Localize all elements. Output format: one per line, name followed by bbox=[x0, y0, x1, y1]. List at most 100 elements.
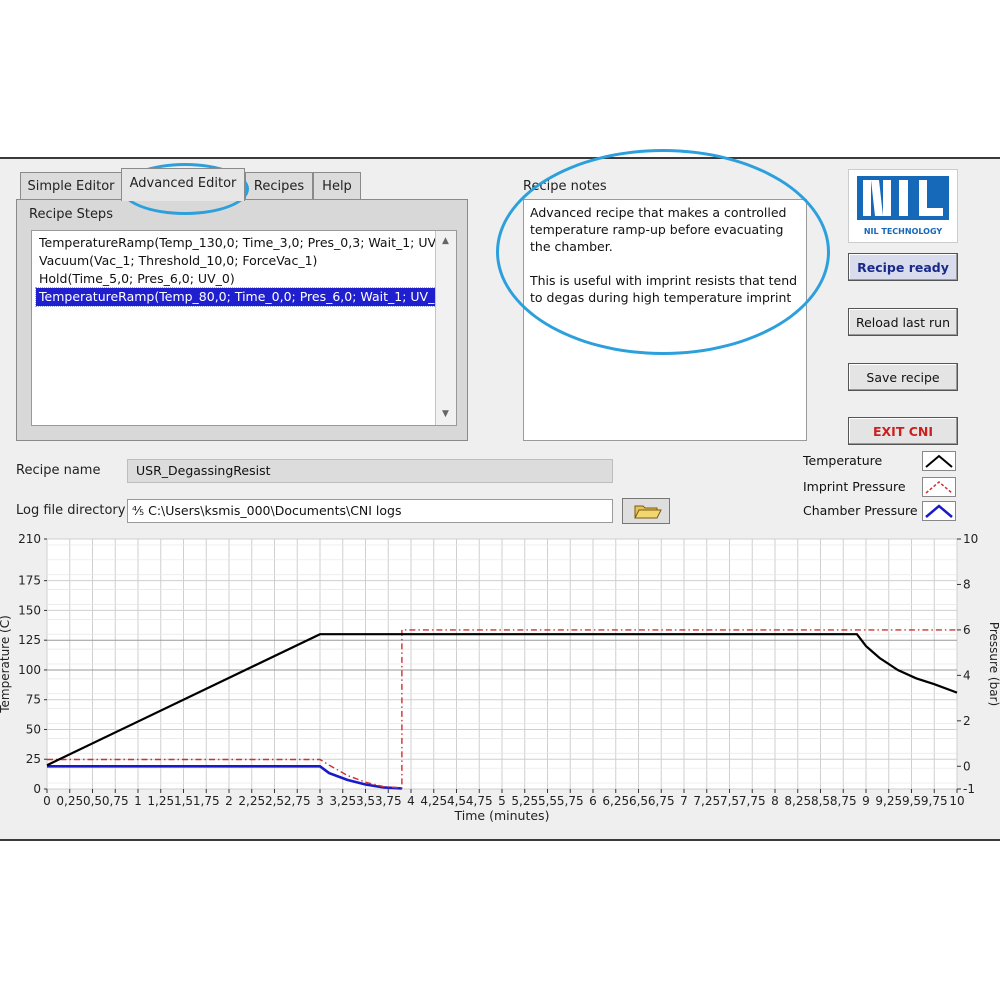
x-tick-label: 9,75 bbox=[921, 794, 948, 808]
x-tick-label: 2,25 bbox=[238, 794, 265, 808]
x-tick-label: 1,5 bbox=[174, 794, 193, 808]
y2-tick-label: -1 bbox=[963, 782, 975, 796]
y2-tick-label: 8 bbox=[963, 577, 971, 591]
x-tick-label: 2,75 bbox=[284, 794, 311, 808]
recipe-notes-paragraph: Advanced recipe that makes a controlled … bbox=[530, 205, 787, 254]
x-tick-label: 8,5 bbox=[811, 794, 830, 808]
x-tick-label: 10 bbox=[949, 794, 964, 808]
y2-axis-label: Pressure (bar) bbox=[987, 622, 1000, 706]
x-tick-label: 4 bbox=[407, 794, 415, 808]
x-tick-label: 8 bbox=[771, 794, 779, 808]
browse-folder-button[interactable] bbox=[622, 498, 670, 524]
tab-recipes[interactable]: Recipes bbox=[245, 172, 313, 200]
y-tick-label: 125 bbox=[18, 633, 41, 647]
recipe-name-field[interactable]: USR_DegassingResist bbox=[127, 459, 613, 483]
y-tick-label: 210 bbox=[18, 532, 41, 546]
x-tick-label: 7,25 bbox=[693, 794, 720, 808]
x-tick-label: 5,75 bbox=[557, 794, 584, 808]
x-tick-label: 2,5 bbox=[265, 794, 284, 808]
y2-tick-label: 2 bbox=[963, 714, 971, 728]
legend-imprint-pressure-label: Imprint Pressure bbox=[803, 479, 906, 494]
x-tick-label: 4,25 bbox=[420, 794, 447, 808]
scroll-up-icon[interactable]: ▲ bbox=[438, 234, 453, 249]
scroll-down-icon[interactable]: ▼ bbox=[438, 407, 453, 422]
recipe-steps-list[interactable]: TemperatureRamp(Temp_130,0; Time_3,0; Pr… bbox=[31, 230, 457, 426]
save-recipe-button[interactable]: Save recipe bbox=[848, 363, 958, 391]
recipe-step[interactable]: Hold(Time_5,0; Pres_6,0; UV_0) bbox=[36, 270, 238, 288]
x-tick-label: 2 bbox=[225, 794, 233, 808]
x-tick-label: 3 bbox=[316, 794, 324, 808]
x-tick-label: 8,75 bbox=[830, 794, 857, 808]
x-tick-label: 0,75 bbox=[102, 794, 129, 808]
legend-temperature-swatch[interactable] bbox=[922, 451, 956, 471]
y-tick-label: 100 bbox=[18, 663, 41, 677]
tab-help[interactable]: Help bbox=[313, 172, 361, 200]
exit-cni-button[interactable]: EXIT CNI bbox=[848, 417, 958, 445]
y-axis-label: Temperature (C) bbox=[0, 615, 12, 714]
tab-advanced-editor[interactable]: Advanced Editor bbox=[121, 168, 245, 201]
nil-technology-logo: NIL TECHNOLOGY bbox=[848, 169, 958, 243]
y-tick-label: 175 bbox=[18, 574, 41, 588]
recipe-notes-paragraph: This is useful with imprint resists that… bbox=[530, 273, 798, 305]
recipe-ready-button[interactable]: Recipe ready bbox=[848, 253, 958, 281]
x-axis-label: Time (minutes) bbox=[454, 808, 550, 823]
recipe-step-selected[interactable]: TemperatureRamp(Temp_80,0; Time_0,0; Pre… bbox=[34, 287, 452, 307]
y2-tick-label: 4 bbox=[963, 668, 971, 682]
recipe-name-label: Recipe name bbox=[16, 463, 101, 478]
y-tick-label: 75 bbox=[26, 693, 41, 707]
x-tick-label: 0 bbox=[43, 794, 51, 808]
y-tick-label: 50 bbox=[26, 722, 41, 736]
steps-scrollbar[interactable]: ▲ ▼ bbox=[435, 231, 456, 425]
y2-tick-label: 6 bbox=[963, 623, 971, 637]
temperature-plot-icon bbox=[925, 454, 953, 468]
x-tick-label: 3,25 bbox=[329, 794, 356, 808]
tab-simple-editor[interactable]: Simple Editor bbox=[20, 172, 122, 200]
log-directory-label: Log file directory bbox=[16, 503, 126, 518]
x-tick-label: 9 bbox=[862, 794, 870, 808]
x-tick-label: 5,5 bbox=[538, 794, 557, 808]
y-tick-label: 25 bbox=[26, 752, 41, 766]
x-tick-label: 0,25 bbox=[56, 794, 83, 808]
x-tick-label: 7 bbox=[680, 794, 688, 808]
x-tick-label: 9,5 bbox=[902, 794, 921, 808]
y-tick-label: 150 bbox=[18, 603, 41, 617]
x-tick-label: 6,75 bbox=[648, 794, 675, 808]
nil-logo-icon: NIL TECHNOLOGY bbox=[857, 176, 949, 236]
y2-tick-label: 0 bbox=[963, 759, 971, 773]
x-tick-label: 6,5 bbox=[629, 794, 648, 808]
log-directory-value: C:\Users\ksmis_000\Documents\CNI logs bbox=[148, 503, 402, 518]
x-tick-label: 4,75 bbox=[466, 794, 493, 808]
y-tick-label: 0 bbox=[33, 782, 41, 796]
recipe-step[interactable]: TemperatureRamp(Temp_130,0; Time_3,0; Pr… bbox=[36, 234, 458, 252]
x-tick-label: 1,75 bbox=[193, 794, 220, 808]
chamber-pressure-plot-icon bbox=[925, 504, 953, 518]
log-directory-field[interactable]: ⅘ C:\Users\ksmis_000\Documents\CNI logs bbox=[127, 499, 613, 523]
recipe-steps-label: Recipe Steps bbox=[29, 207, 113, 222]
process-chart: 0 0,25 0,5 0,75 1 1,25 1,5 1,75 2 2,25 2,5 2,75 3 3,2… bbox=[0, 532, 1000, 823]
x-tick-label: 3,75 bbox=[375, 794, 402, 808]
x-tick-label: 6,25 bbox=[602, 794, 629, 808]
x-tick-label: 4,5 bbox=[447, 794, 466, 808]
x-tick-label: 5,25 bbox=[511, 794, 538, 808]
x-tick-label: 7,75 bbox=[739, 794, 766, 808]
legend-imprint-pressure-swatch[interactable] bbox=[922, 477, 956, 497]
x-tick-label: 9,25 bbox=[875, 794, 902, 808]
x-tick-label: 8,25 bbox=[784, 794, 811, 808]
reload-last-run-button[interactable]: Reload last run bbox=[848, 308, 958, 336]
x-tick-label: 7,5 bbox=[720, 794, 739, 808]
x-tick-label: 5 bbox=[498, 794, 506, 808]
x-tick-label: 1,25 bbox=[147, 794, 174, 808]
x-tick-label: 0,5 bbox=[83, 794, 102, 808]
x-tick-label: 1 bbox=[134, 794, 142, 808]
advanced-editor-panel: Recipe Steps TemperatureRamp(Temp_130,0;… bbox=[16, 199, 468, 441]
legend-chamber-pressure-swatch[interactable] bbox=[922, 501, 956, 521]
cni-app-window: Simple Editor Advanced Editor Recipes He… bbox=[0, 149, 1000, 841]
folder-icon bbox=[634, 505, 662, 519]
logo-subtitle: NIL TECHNOLOGY bbox=[864, 227, 943, 236]
recipe-notes-label: Recipe notes bbox=[523, 179, 607, 194]
path-prefix-icon: ⅘ bbox=[132, 503, 145, 518]
recipe-notes-textarea[interactable]: Advanced recipe that makes a controlled … bbox=[523, 199, 807, 441]
legend-temperature-label: Temperature bbox=[803, 453, 883, 468]
legend-chamber-pressure-label: Chamber Pressure bbox=[803, 503, 918, 518]
recipe-step[interactable]: Vacuum(Vac_1; Threshold_10,0; ForceVac_1… bbox=[36, 252, 320, 270]
